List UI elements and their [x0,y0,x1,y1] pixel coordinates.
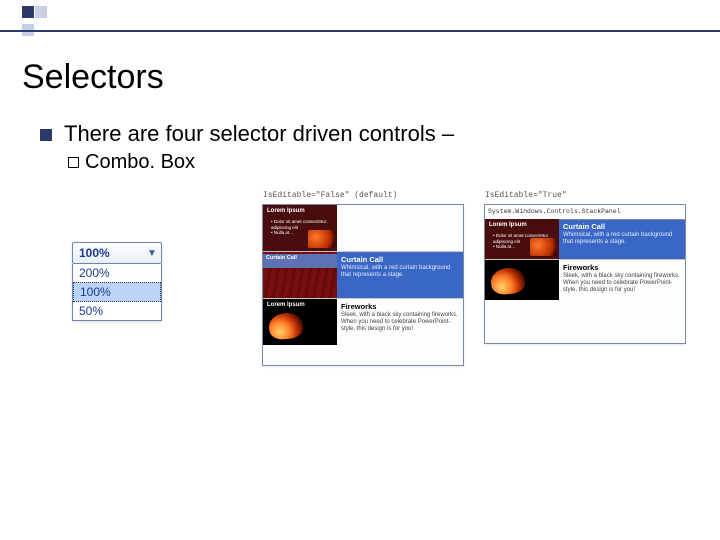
combo-head[interactable]: 100% ▼ [72,242,162,264]
theme-thumbnail [485,260,559,300]
theme-thumbnail: Lorem Ipsum [263,299,337,345]
sub-bullet-text: Combo. Box [85,151,195,174]
combo-selected-value: 100% [73,246,143,260]
theme-info: Curtain Call Whimsical, with a red curta… [337,252,463,298]
panel-caption: IsEditable="True" [485,191,567,200]
bullet-text: There are four selector driven controls … [64,121,454,147]
theme-info: Fireworks Sleek, with a black sky contai… [559,260,685,300]
figures-area: 100% ▼ 200% 100% 50% IsEditable="False" … [0,180,720,440]
chevron-down-icon[interactable]: ▼ [143,248,161,259]
combo-box-example[interactable]: 100% ▼ 200% 100% 50% [72,242,162,321]
theme-item[interactable]: Curtain Call Curtain Call Whimsical, wit… [263,252,463,299]
theme-thumbnail: Curtain Call [263,252,337,298]
bullet-icon [40,129,52,141]
combo-option[interactable]: 50% [73,302,161,320]
theme-item[interactable]: Lorem Ipsum Fireworks Sleek, with a blac… [263,299,463,345]
slide-title: Selectors [22,58,720,97]
combo-option[interactable]: 100% [73,282,161,302]
slide-top-decoration [0,0,720,40]
slide-body: There are four selector driven controls … [40,121,720,174]
theme-info [337,205,463,251]
theme-item[interactable]: Fireworks Sleek, with a black sky contai… [485,260,685,300]
theme-item[interactable]: Lorem Ipsum Dolor sit amet consectetur a… [263,205,463,252]
combo-option[interactable]: 200% [73,264,161,282]
combo-edit-textbox[interactable]: System.Windows.Controls.StackPanel [484,204,686,220]
combo-dropdown-list: 200% 100% 50% [72,264,162,321]
sub-bullet-icon [68,157,79,168]
theme-item[interactable]: Lorem Ipsum Dolor sit amet consectetur a… [485,219,685,260]
theme-thumbnail: Lorem Ipsum Dolor sit amet consectetur a… [485,219,559,259]
theme-info: Fireworks Sleek, with a black sky contai… [337,299,463,345]
editable-combo-panel: IsEditable="True" System.Windows.Control… [484,204,686,344]
panel-caption: IsEditable="False" (default) [263,191,397,200]
theme-thumbnail: Lorem Ipsum Dolor sit amet consectetur a… [263,205,337,251]
noneditable-combo-panel: IsEditable="False" (default) Lorem Ipsum… [262,204,464,366]
theme-info: Curtain Call Whimsical, with a red curta… [559,219,685,259]
decorative-squares [22,6,48,42]
